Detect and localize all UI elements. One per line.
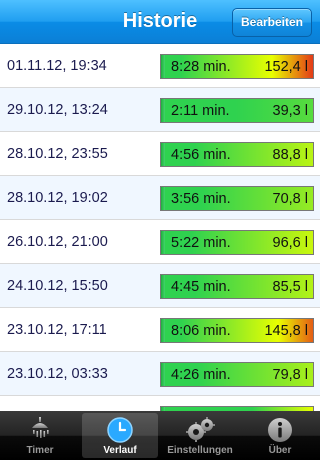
water-volume: 70,8 l — [272, 191, 308, 207]
clock-icon — [107, 417, 133, 443]
tab-verlauf[interactable]: Verlauf — [82, 413, 158, 458]
history-row[interactable]: 24.10.12, 15:50 4:45 min. 85,5 l — [0, 264, 320, 308]
usage-bar-cap — [161, 187, 165, 210]
history-date: 26.10.12, 21:00 — [7, 234, 108, 250]
history-date: 28.10.12, 23:55 — [7, 146, 108, 162]
water-volume: 145,8 l — [264, 323, 308, 339]
usage-bar-cap — [161, 143, 165, 166]
shower-duration: 2:11 min. — [171, 103, 230, 119]
tab-label: Einstellungen — [167, 445, 233, 456]
history-date: 28.10.12, 19:02 — [7, 190, 108, 206]
tab-label: Über — [268, 445, 292, 456]
water-volume: 85,5 l — [272, 279, 308, 295]
usage-bar: 8:06 min. 145,8 l — [160, 318, 314, 343]
history-date: 23.10.12, 17:11 — [7, 322, 107, 338]
water-volume: 152,4 l — [264, 59, 308, 75]
edit-button[interactable]: Bearbeiten — [232, 8, 312, 37]
tab-ueber[interactable]: Über — [242, 413, 318, 458]
gears-icon — [186, 417, 215, 442]
history-row[interactable]: 01.11.12, 19:34 8:28 min. 152,4 l — [0, 44, 320, 88]
usage-bar-cap — [161, 99, 165, 122]
usage-bar: 3:56 min. 70,8 l — [160, 186, 314, 211]
history-row[interactable] — [0, 396, 320, 411]
history-row[interactable]: 29.10.12, 13:24 2:11 min. 39,3 l — [0, 88, 320, 132]
shower-icon — [32, 417, 49, 438]
tab-label: Timer — [26, 445, 54, 456]
info-icon — [268, 418, 292, 442]
usage-bar-cap — [161, 319, 165, 342]
history-row[interactable]: 28.10.12, 23:55 4:56 min. 88,8 l — [0, 132, 320, 176]
usage-bar: 2:11 min. 39,3 l — [160, 98, 314, 123]
tab-label: Verlauf — [103, 445, 137, 456]
tab-einstellungen[interactable]: Einstellungen — [162, 413, 238, 458]
usage-bar: 5:22 min. 96,6 l — [160, 230, 314, 255]
navigation-bar: Historie Bearbeiten — [0, 0, 320, 44]
usage-bar-cap — [161, 55, 165, 78]
usage-bar: 8:28 min. 152,4 l — [160, 54, 314, 79]
history-date: 29.10.12, 13:24 — [7, 102, 108, 118]
shower-duration: 3:56 min. — [171, 191, 231, 207]
history-row[interactable]: 23.10.12, 17:11 8:06 min. 145,8 l — [0, 308, 320, 352]
history-date: 23.10.12, 03:33 — [7, 366, 108, 382]
usage-bar: 4:45 min. 85,5 l — [160, 274, 314, 299]
water-volume: 39,3 l — [272, 103, 308, 119]
shower-duration: 4:26 min. — [171, 367, 231, 383]
usage-bar-cap — [161, 231, 165, 254]
history-list[interactable]: 01.11.12, 19:34 8:28 min. 152,4 l 29.10.… — [0, 44, 320, 411]
water-volume: 79,8 l — [272, 367, 308, 383]
water-volume: 96,6 l — [272, 235, 308, 251]
tab-timer[interactable]: Timer — [2, 413, 78, 458]
usage-bar-cap — [161, 275, 165, 298]
shower-duration: 5:22 min. — [171, 235, 231, 251]
tab-bar: Timer Verlauf Einstellungen Über — [0, 411, 320, 460]
water-volume: 88,8 l — [272, 147, 308, 163]
shower-duration: 8:28 min. — [171, 59, 231, 75]
history-date: 01.11.12, 19:34 — [7, 58, 107, 74]
history-row[interactable]: 28.10.12, 19:02 3:56 min. 70,8 l — [0, 176, 320, 220]
history-row[interactable]: 26.10.12, 21:00 5:22 min. 96,6 l — [0, 220, 320, 264]
usage-bar: 4:26 min. 79,8 l — [160, 362, 314, 387]
usage-bar: 4:56 min. 88,8 l — [160, 142, 314, 167]
shower-duration: 4:45 min. — [171, 279, 231, 295]
history-row[interactable]: 23.10.12, 03:33 4:26 min. 79,8 l — [0, 352, 320, 396]
shower-duration: 8:06 min. — [171, 323, 231, 339]
shower-duration: 4:56 min. — [171, 147, 231, 163]
history-date: 24.10.12, 15:50 — [7, 278, 108, 294]
usage-bar-cap — [161, 363, 165, 386]
